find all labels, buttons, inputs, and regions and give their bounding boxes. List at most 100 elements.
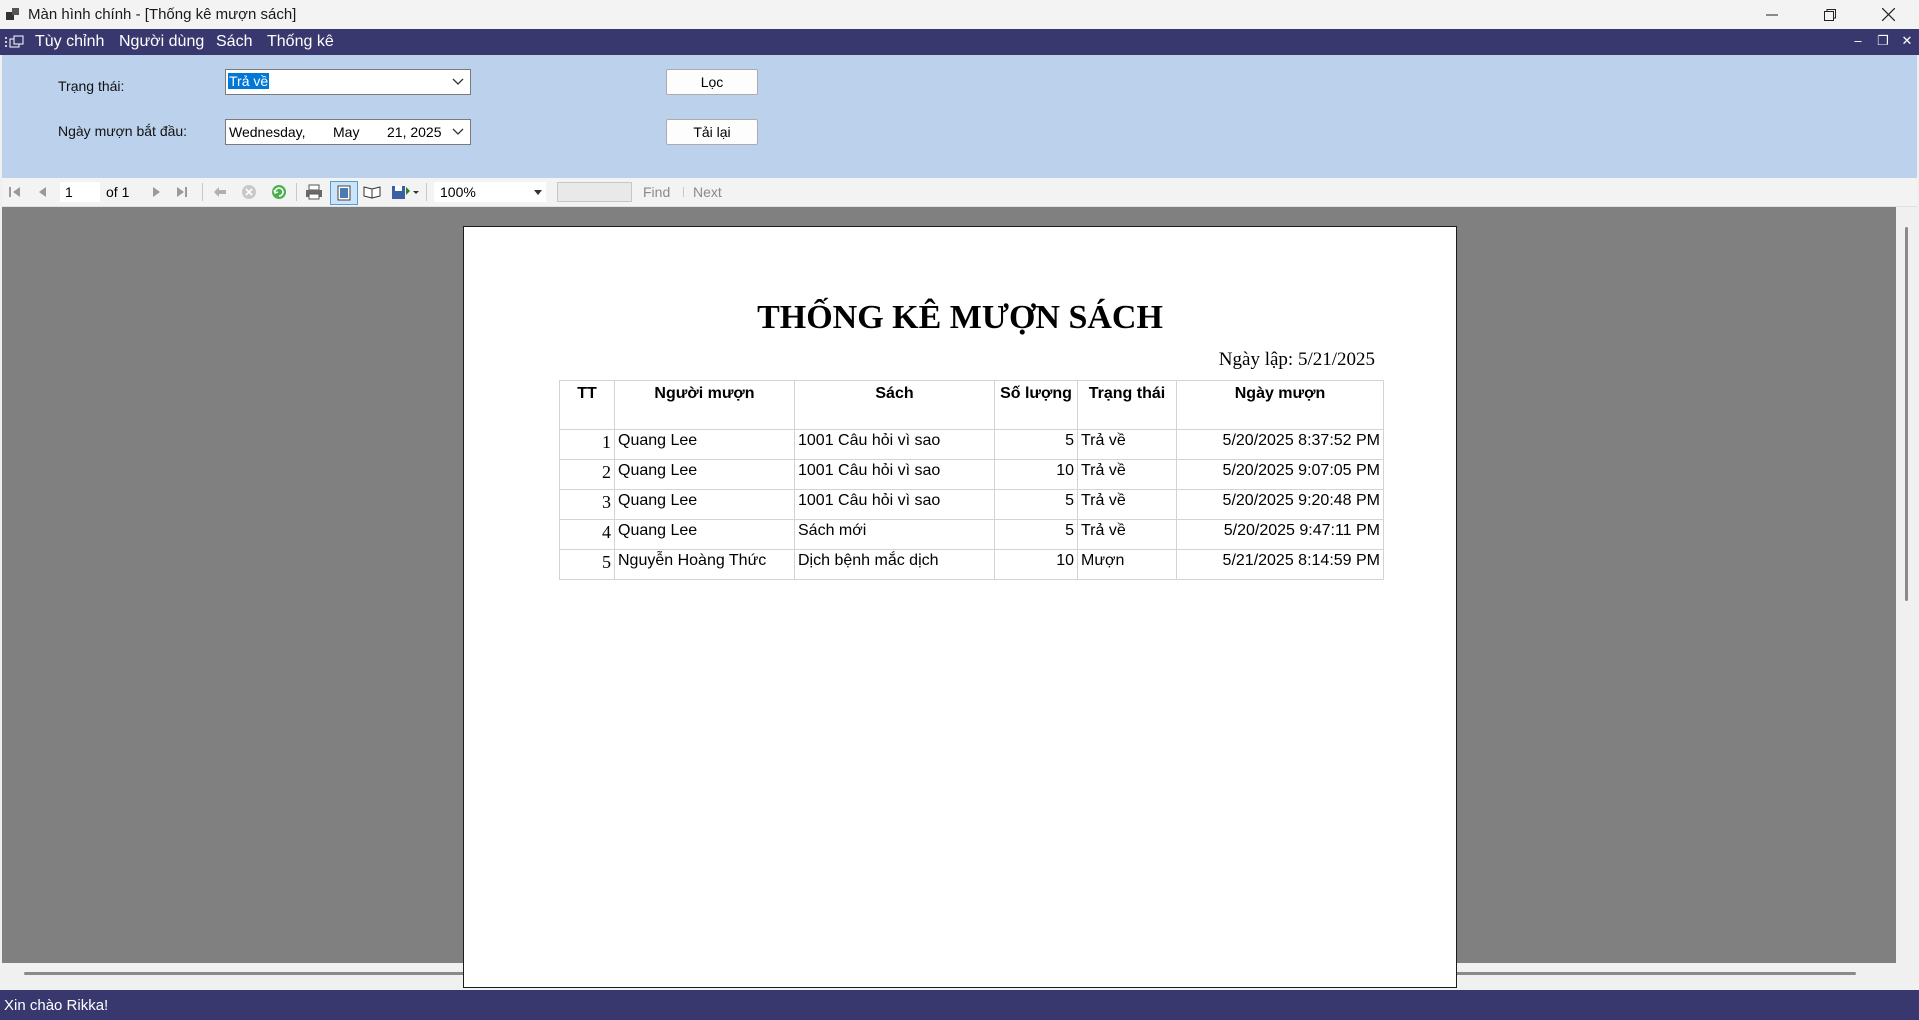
cell-tt: 5 — [559, 549, 615, 580]
chevron-down-icon — [452, 78, 464, 85]
table-row: 2 Quang Lee 1001 Câu hỏi vì sao 10 Trả v… — [559, 459, 1384, 490]
column-header-trang-thai: Trạng thái — [1077, 380, 1177, 430]
column-header-ngay-muon: Ngày mượn — [1176, 380, 1384, 430]
stop-icon[interactable] — [240, 182, 258, 202]
page-setup-icon[interactable] — [362, 182, 382, 202]
toolbar-separator — [296, 183, 297, 201]
cell-status: Mượn — [1077, 549, 1177, 580]
close-icon — [1881, 8, 1895, 21]
menu-nguoi-dung[interactable]: Người dùng — [119, 33, 204, 51]
next-page-icon[interactable] — [149, 182, 163, 202]
vertical-scrollbar[interactable] — [1896, 207, 1917, 963]
window-title: Màn hình chính - [Thống kê mượn sách] — [28, 6, 297, 23]
menu-thong-ke[interactable]: Thống kê — [267, 33, 334, 51]
column-header-nguoi-muon: Người mượn — [614, 380, 795, 430]
restore-button[interactable] — [1801, 0, 1859, 29]
page-number-value: 1 — [65, 184, 73, 200]
cell-borrow-date: 5/20/2025 9:47:11 PM — [1176, 519, 1384, 550]
refresh-icon[interactable] — [270, 182, 288, 202]
cell-borrow-date: 5/20/2025 9:20:48 PM — [1176, 489, 1384, 520]
print-layout-icon[interactable] — [330, 181, 358, 205]
next-link[interactable]: Next — [693, 182, 722, 202]
cell-book: Dịch bệnh mắc dịch — [794, 549, 995, 580]
cell-borrow-date: 5/20/2025 9:07:05 PM — [1176, 459, 1384, 490]
cell-quantity: 10 — [994, 549, 1078, 580]
app-icon — [6, 8, 19, 20]
table-row: 4 Quang Lee Sách mới 5 Trả về 5/20/2025 … — [559, 519, 1384, 550]
cell-borrow-date: 5/20/2025 8:37:52 PM — [1176, 429, 1384, 460]
export-icon[interactable] — [390, 182, 420, 202]
menu-sach[interactable]: Sách — [216, 33, 252, 51]
page-count: of 1 — [106, 184, 130, 200]
date-month: May — [333, 124, 360, 140]
mdi-close-icon[interactable]: ✕ — [1897, 33, 1917, 49]
cell-tt: 3 — [559, 489, 615, 520]
cell-borrower: Nguyễn Hoàng Thức — [614, 549, 795, 580]
reload-button[interactable]: Tải lại — [666, 119, 758, 145]
report-date: Ngày lập: 5/21/2025 — [1218, 349, 1375, 370]
restore-icon — [1824, 8, 1836, 21]
cell-status: Trả về — [1077, 489, 1177, 520]
mdi-window-icon[interactable] — [4, 34, 26, 50]
cell-borrower: Quang Lee — [614, 519, 795, 550]
report-page: THỐNG KÊ MƯỢN SÁCH Ngày lập: 5/21/2025 T… — [463, 226, 1457, 988]
cell-quantity: 10 — [994, 459, 1078, 490]
cell-book: 1001 Câu hỏi vì sao — [794, 459, 995, 490]
report-table: TT Người mượn Sách Số lượng Trạng thái N… — [559, 380, 1384, 580]
previous-page-icon[interactable] — [36, 182, 50, 202]
cell-quantity: 5 — [994, 489, 1078, 520]
status-combo[interactable]: Trả về — [225, 69, 471, 95]
cell-quantity: 5 — [994, 429, 1078, 460]
vertical-scroll-thumb[interactable] — [1905, 227, 1908, 601]
cell-book: 1001 Câu hỏi vì sao — [794, 429, 995, 460]
date-day: Wednesday, — [229, 124, 306, 140]
report-title: THỐNG KÊ MƯỢN SÁCH — [757, 299, 1163, 336]
cell-tt: 2 — [559, 459, 615, 490]
report-toolbar: 1 of 1 100% Find Next — [2, 178, 1917, 207]
title-bar: Màn hình chính - [Thống kê mượn sách] — [0, 0, 1919, 29]
minimize-button[interactable] — [1743, 0, 1801, 29]
table-row: 5 Nguyễn Hoàng Thức Dịch bệnh mắc dịch 1… — [559, 549, 1384, 580]
cell-book: Sách mới — [794, 519, 995, 550]
print-icon[interactable] — [304, 182, 324, 202]
cell-borrower: Quang Lee — [614, 429, 795, 460]
toolbar-separator — [683, 187, 684, 197]
cell-status: Trả về — [1077, 459, 1177, 490]
start-date-picker[interactable]: Wednesday, May 21, 2025 — [225, 119, 471, 145]
close-button[interactable] — [1859, 0, 1917, 29]
chevron-down-icon — [452, 128, 464, 135]
find-input[interactable] — [557, 182, 632, 202]
cell-tt: 4 — [559, 519, 615, 550]
cell-borrow-date: 5/21/2025 8:14:59 PM — [1176, 549, 1384, 580]
date-rest: 21, 2025 — [387, 124, 442, 140]
status-bar: Xin chào Rikka! — [0, 990, 1919, 1020]
zoom-select[interactable]: 100% — [434, 182, 546, 202]
menu-bar: Tùy chỉnh Người dùng Sách Thống kê – ❐ ✕ — [0, 29, 1919, 55]
cell-status: Trả về — [1077, 429, 1177, 460]
mdi-restore-icon[interactable]: ❐ — [1873, 33, 1893, 49]
zoom-value: 100% — [440, 184, 476, 200]
cell-quantity: 5 — [994, 519, 1078, 550]
status-text: Xin chào Rikka! — [4, 997, 109, 1014]
cell-borrower: Quang Lee — [614, 489, 795, 520]
start-date-label: Ngày mượn bắt đầu: — [58, 123, 188, 139]
first-page-icon[interactable] — [8, 182, 22, 202]
cell-book: 1001 Câu hỏi vì sao — [794, 489, 995, 520]
find-link[interactable]: Find — [643, 182, 670, 202]
page-number-input[interactable]: 1 — [60, 182, 100, 202]
back-icon[interactable] — [212, 182, 228, 202]
last-page-icon[interactable] — [175, 182, 189, 202]
chevron-down-icon — [534, 190, 542, 195]
mdi-minimize-icon[interactable]: – — [1848, 33, 1868, 48]
table-row: 3 Quang Lee 1001 Câu hỏi vì sao 5 Trả về… — [559, 489, 1384, 520]
column-header-tt: TT — [559, 380, 615, 430]
table-row: 1 Quang Lee 1001 Câu hỏi vì sao 5 Trả về… — [559, 429, 1384, 460]
filter-button[interactable]: Lọc — [666, 69, 758, 95]
table-header-row: TT Người mượn Sách Số lượng Trạng thái N… — [559, 380, 1384, 430]
cell-status: Trả về — [1077, 519, 1177, 550]
cell-tt: 1 — [559, 429, 615, 460]
filter-panel: Trạng thái: Trả về Ngày mượn bắt đầu: We… — [2, 55, 1917, 178]
minimize-icon — [1766, 14, 1778, 15]
menu-tuy-chinh[interactable]: Tùy chỉnh — [35, 33, 104, 51]
toolbar-separator — [202, 183, 203, 201]
